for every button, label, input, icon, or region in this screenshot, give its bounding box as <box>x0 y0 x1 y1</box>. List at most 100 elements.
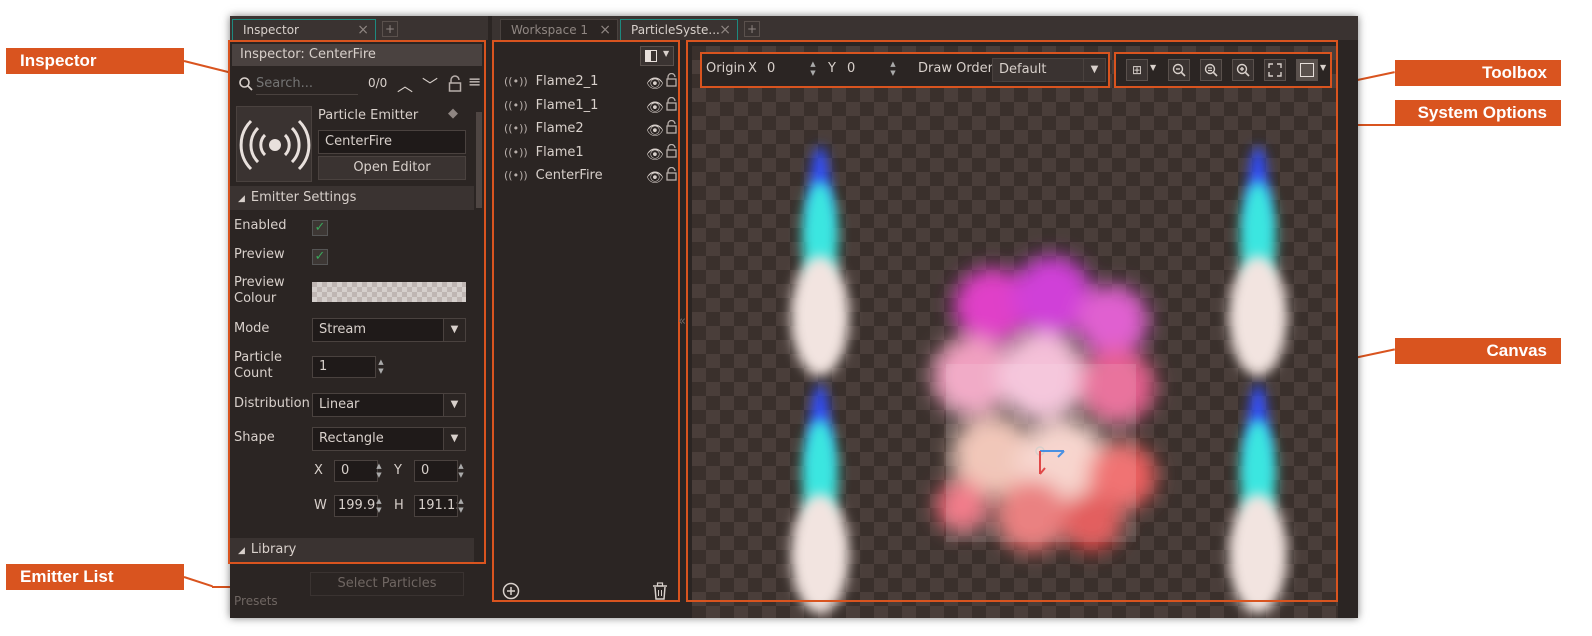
enabled-checkbox[interactable]: ✓ <box>312 220 328 236</box>
preview-colour-swatch[interactable] <box>312 282 466 302</box>
unlock-icon[interactable] <box>666 120 677 134</box>
add-emitter-icon[interactable] <box>502 582 520 600</box>
particle-count-field[interactable]: 1 <box>312 356 376 378</box>
spin-up-icon[interactable]: ▲ <box>374 462 384 470</box>
add-tab-icon[interactable]: + <box>744 21 760 37</box>
spin-down-icon[interactable]: ▼ <box>808 69 818 77</box>
select-particles-button[interactable]: Select Particles <box>310 572 464 596</box>
chevron-down-icon: ▼ <box>443 394 465 416</box>
list-item[interactable]: ((•)) Flame1 👁︎ <box>504 143 677 165</box>
preview-checkbox[interactable]: ✓ <box>312 249 328 265</box>
tab-workspace[interactable]: Workspace 1 × <box>500 19 618 40</box>
workspace-tabbar: Workspace 1 × ParticleSyste... × + <box>492 16 1358 40</box>
preview-label: Preview <box>234 247 285 262</box>
unlock-icon[interactable] <box>666 73 677 87</box>
mode-dropdown[interactable]: Stream ▼ <box>312 318 466 342</box>
lock-icon[interactable] <box>448 75 462 93</box>
unlock-icon[interactable] <box>666 143 677 158</box>
zoom-out-button[interactable] <box>1168 59 1190 81</box>
spin-down-icon[interactable]: ▼ <box>456 471 466 479</box>
grid-toggle-button[interactable]: ⊞ <box>1126 59 1148 81</box>
chevron-down-icon: ▼ <box>443 428 465 450</box>
add-tab-icon[interactable]: + <box>382 21 398 37</box>
tag-icon[interactable]: ◆ <box>448 106 458 121</box>
eye-icon[interactable]: 👁︎ <box>646 98 664 118</box>
emitter-icon: ((•)) <box>504 122 528 135</box>
list-item[interactable]: ((•)) CenterFire 👁︎ <box>504 166 677 188</box>
open-editor-button[interactable]: Open Editor <box>318 156 466 180</box>
library-header[interactable]: ◢ Library <box>230 538 474 562</box>
spin-down-icon[interactable]: ▼ <box>374 471 384 479</box>
list-item[interactable]: ((•)) Flame2 👁︎ <box>504 119 677 141</box>
particle-count-value: 1 <box>319 359 328 374</box>
zoom-reset-button[interactable] <box>1200 59 1222 81</box>
preview-colour-label-2: Colour <box>234 291 277 306</box>
shape-w-field[interactable]: 199.9: <box>334 495 378 517</box>
shape-x-field[interactable]: 0 <box>334 460 378 482</box>
panel-layout-button[interactable]: ▼ <box>640 46 674 66</box>
spin-down-icon[interactable]: ▼ <box>374 506 384 514</box>
spin-down-icon[interactable]: ▼ <box>456 506 466 514</box>
tab-particle-system-label: ParticleSyste... <box>631 23 720 37</box>
unlock-icon[interactable] <box>666 167 677 181</box>
close-icon[interactable]: × <box>719 20 731 40</box>
chevron-down-icon[interactable]: ▼ <box>1320 63 1326 72</box>
emitter-settings-header[interactable]: ◢ Emitter Settings <box>230 186 474 210</box>
spin-up-icon[interactable]: ▲ <box>808 60 818 68</box>
zoom-in-button[interactable] <box>1232 59 1254 81</box>
origin-x-value: 0 <box>767 61 776 76</box>
spin-down-icon[interactable]: ▼ <box>376 367 386 375</box>
close-icon[interactable]: × <box>357 20 369 40</box>
emitter-icon <box>239 119 311 171</box>
inspector-scrollbar-thumb[interactable] <box>476 112 482 208</box>
collapse-panel-icon[interactable]: « <box>678 314 686 329</box>
shape-dropdown[interactable]: Rectangle ▼ <box>312 427 466 451</box>
chevron-down-icon[interactable]: ▼ <box>1150 63 1156 72</box>
trash-icon[interactable] <box>652 582 668 600</box>
eye-icon[interactable]: 👁︎ <box>646 168 664 188</box>
menu-icon[interactable]: ≡ <box>468 72 481 91</box>
particle-count-label-1: Particle <box>234 350 283 365</box>
draw-order-dropdown[interactable]: Default ▼ <box>992 58 1106 82</box>
shape-h-field[interactable]: 191.1: <box>414 495 458 517</box>
background-colour-button[interactable] <box>1296 59 1318 81</box>
eye-icon[interactable]: 👁︎ <box>646 74 664 94</box>
inspector-tabbar: Inspector × + <box>230 16 488 40</box>
origin-y-value: 0 <box>847 61 856 76</box>
callout-inspector-line <box>183 60 231 74</box>
list-item[interactable]: ((•)) Flame2_1 👁︎ <box>504 72 677 94</box>
distribution-dropdown[interactable]: Linear ▼ <box>312 393 466 417</box>
origin-x-field[interactable]: 0 <box>760 58 808 80</box>
emitter-name: Flame2 <box>535 121 584 136</box>
fit-view-button[interactable] <box>1264 59 1286 81</box>
chevron-down-icon[interactable]: ﹀ <box>422 72 438 96</box>
spin-down-icon[interactable]: ▼ <box>888 69 898 77</box>
spin-up-icon[interactable]: ▲ <box>888 60 898 68</box>
spin-up-icon[interactable]: ▲ <box>376 358 386 366</box>
eye-icon[interactable]: 👁︎ <box>646 121 664 141</box>
distribution-label: Distribution <box>234 396 310 411</box>
spin-up-icon[interactable]: ▲ <box>456 462 466 470</box>
chevron-up-icon[interactable]: ︿ <box>397 72 413 96</box>
zoom-out-icon <box>1172 63 1186 77</box>
spin-up-icon[interactable]: ▲ <box>456 497 466 505</box>
tab-inspector[interactable]: Inspector × <box>232 19 376 40</box>
unlock-icon[interactable] <box>666 96 677 111</box>
emitter-name-field[interactable]: CenterFire <box>318 130 466 154</box>
origin-y-field[interactable]: 0 <box>840 58 888 80</box>
tab-particle-system[interactable]: ParticleSyste... × <box>620 19 738 40</box>
spin-up-icon[interactable]: ▲ <box>374 497 384 505</box>
eye-icon[interactable]: 👁︎ <box>646 145 664 165</box>
shape-y-field[interactable]: 0 <box>414 460 458 482</box>
close-icon[interactable]: × <box>599 20 611 40</box>
system-options-bar: Origin X 0 ▲ ▼ Y 0 ▲ ▼ Draw Order Defaul… <box>700 52 1110 88</box>
canvas[interactable] <box>692 46 1338 618</box>
inspector-scrollbar[interactable] <box>474 106 484 560</box>
zoom-in-icon <box>1236 63 1250 77</box>
draw-order-value: Default <box>999 62 1047 77</box>
search-bar: 0/0 ︿ ﹀ ≡ <box>234 72 482 96</box>
distribution-value: Linear <box>319 397 360 412</box>
list-item[interactable]: ((•)) Flame1_1 👁︎ <box>504 96 677 118</box>
inspector-title-bar: Inspector: CenterFire <box>232 44 482 66</box>
search-input[interactable] <box>256 73 358 95</box>
